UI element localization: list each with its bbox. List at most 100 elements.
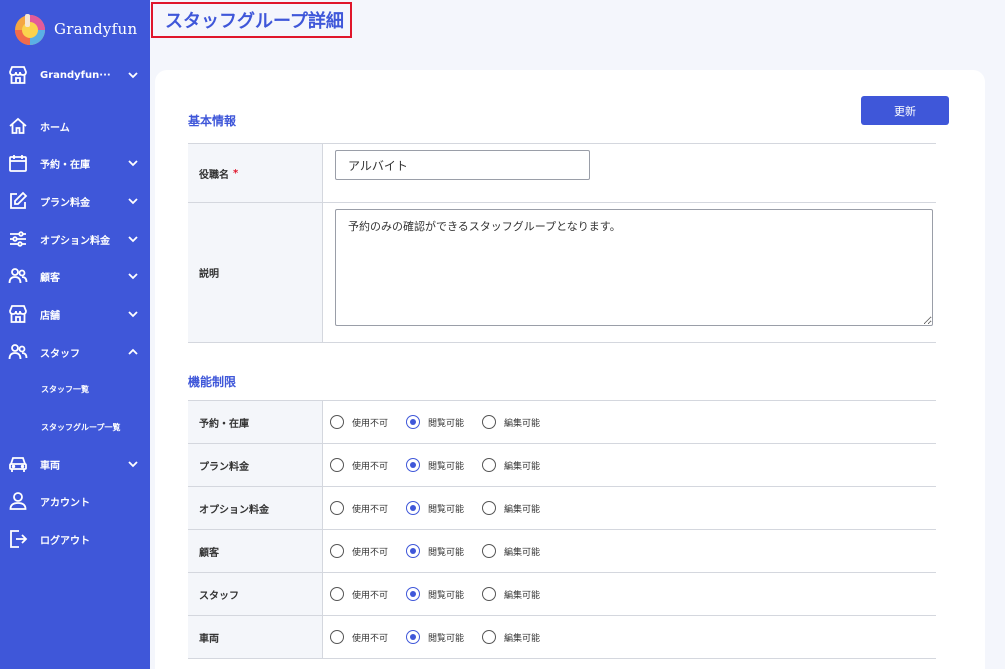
logo[interactable]: Grandyfun	[13, 12, 137, 46]
permission-radio[interactable]: 編集可能	[482, 587, 540, 601]
radio-circle[interactable]	[482, 544, 497, 558]
permission-row-customers: 顧客 使用不可 閲覧可能 編集可能	[188, 530, 936, 573]
users-icon	[8, 268, 28, 284]
radio-label: 閲覧可能	[428, 590, 465, 601]
update-button[interactable]: 更新	[861, 96, 949, 125]
permission-radio-group: 使用不可 閲覧可能 編集可能	[330, 573, 558, 615]
sidebar-item-vehicles[interactable]: 車両	[0, 452, 150, 476]
permission-radio[interactable]: 使用不可	[330, 630, 388, 644]
permission-radio[interactable]: 閲覧可能	[406, 458, 464, 472]
logo-icon	[15, 14, 45, 45]
permission-radio[interactable]: 閲覧可能	[406, 587, 464, 601]
sidebar-subitem-staff-group-list[interactable]: スタッフグループ一覧	[41, 422, 121, 433]
permission-radio[interactable]: 閲覧可能	[406, 544, 464, 558]
sidebar-item-reservation[interactable]: 予約・在庫	[0, 151, 150, 175]
radio-circle[interactable]	[406, 501, 421, 515]
permission-radio[interactable]: 編集可能	[482, 415, 540, 429]
sidebar-item-plan-price[interactable]: プラン料金	[0, 189, 150, 213]
description-label-cell: 説明	[188, 203, 323, 342]
radio-circle[interactable]	[330, 501, 344, 515]
permission-radio[interactable]: 使用不可	[330, 501, 388, 515]
description-cell: 予約のみの確認ができるスタッフグループとなります。	[323, 203, 936, 342]
description-textarea[interactable]: 予約のみの確認ができるスタッフグループとなります。	[335, 209, 933, 326]
chevron-down-icon	[128, 236, 138, 243]
radio-label: 使用不可	[352, 590, 389, 601]
radio-label: 編集可能	[504, 590, 541, 601]
radio-circle[interactable]	[482, 458, 497, 472]
radio-label: 閲覧可能	[428, 418, 465, 429]
sidebar-item-label: 顧客	[40, 272, 60, 284]
sidebar-subitem-staff-list[interactable]: スタッフ一覧	[41, 384, 89, 395]
radio-circle[interactable]	[330, 544, 344, 558]
radio-circle[interactable]	[482, 587, 497, 601]
sidebar-item-staff[interactable]: スタッフ	[0, 340, 150, 364]
permission-radio[interactable]: 閲覧可能	[406, 415, 464, 429]
description-label: 説明	[199, 269, 219, 280]
permission-radio[interactable]: 使用不可	[330, 415, 388, 429]
radio-label: 閲覧可能	[428, 461, 465, 472]
permission-label: 車両	[188, 616, 323, 658]
sidebar-item-home[interactable]: ホーム	[0, 114, 150, 138]
radio-label: 使用不可	[352, 461, 389, 472]
radio-circle[interactable]	[330, 415, 344, 429]
permission-options: 使用不可 閲覧可能 編集可能	[323, 401, 936, 443]
sidebar-item-label: 店舗	[40, 310, 60, 322]
radio-circle[interactable]	[482, 630, 497, 644]
home-icon	[9, 117, 27, 134]
permission-radio-group: 使用不可 閲覧可能 編集可能	[330, 616, 558, 658]
permission-radio[interactable]: 閲覧可能	[406, 630, 464, 644]
role-name-input[interactable]	[335, 150, 590, 180]
store-selector[interactable]: Grandyfun···	[0, 63, 150, 87]
sidebar-item-option-price[interactable]: オプション料金	[0, 227, 150, 251]
chevron-down-icon	[128, 461, 138, 468]
radio-circle[interactable]	[482, 501, 497, 515]
sidebar-item-logout[interactable]: ログアウト	[0, 527, 150, 551]
radio-circle[interactable]	[406, 458, 421, 472]
permission-radio-group: 使用不可 閲覧可能 編集可能	[330, 487, 558, 529]
radio-label: 編集可能	[504, 504, 541, 515]
staff-icon	[8, 344, 28, 360]
radio-circle[interactable]	[330, 458, 344, 472]
calendar-icon	[9, 155, 27, 172]
permission-radio[interactable]: 閲覧可能	[406, 501, 464, 515]
chevron-up-icon	[128, 348, 138, 355]
sidebar: Grandyfun Grandyfun··· ホーム 予約・在庫 プラン料金 オ…	[0, 0, 150, 669]
permissions-table: 予約・在庫 使用不可 閲覧可能 編集可能 プラン料金 使用不可 閲覧可能 編集可能 オプション料…	[188, 400, 936, 659]
permission-radio[interactable]: 編集可能	[482, 630, 540, 644]
edit-icon	[10, 191, 28, 209]
permission-radio[interactable]: 使用不可	[330, 587, 388, 601]
radio-circle[interactable]	[406, 587, 421, 601]
permission-radio[interactable]: 使用不可	[330, 544, 388, 558]
permission-options: 使用不可 閲覧可能 編集可能	[323, 530, 936, 572]
chevron-down-icon	[128, 198, 138, 205]
permission-label: プラン料金	[188, 444, 323, 486]
permission-options: 使用不可 閲覧可能 編集可能	[323, 487, 936, 529]
radio-circle[interactable]	[406, 415, 421, 429]
chevron-down-icon	[128, 273, 138, 280]
radio-label: 編集可能	[504, 461, 541, 472]
radio-circle[interactable]	[406, 544, 421, 558]
radio-circle[interactable]	[406, 630, 421, 644]
sidebar-item-account[interactable]: アカウント	[0, 489, 150, 513]
sidebar-item-label: 車両	[40, 460, 60, 472]
sidebar-item-stores[interactable]: 店舗	[0, 302, 150, 326]
permission-label: 顧客	[188, 530, 323, 572]
sidebar-item-label: オプション料金	[40, 235, 110, 247]
account-icon	[9, 492, 27, 510]
chevron-down-icon	[128, 72, 138, 79]
sidebar-item-label: アカウント	[40, 497, 90, 509]
radio-circle[interactable]	[330, 587, 344, 601]
permission-radio[interactable]: 編集可能	[482, 458, 540, 472]
store-selector-label: Grandyfun···	[40, 69, 111, 81]
radio-circle[interactable]	[482, 415, 497, 429]
permission-label: スタッフ	[188, 573, 323, 615]
main-card: 基本情報 更新 役職名 * 説明 予約のみの確認ができるスタッフグループとなりま…	[155, 70, 985, 669]
sidebar-item-customers[interactable]: 顧客	[0, 264, 150, 288]
sidebar-item-label: プラン料金	[40, 197, 90, 209]
permission-radio[interactable]: 編集可能	[482, 501, 540, 515]
permission-radio[interactable]: 編集可能	[482, 544, 540, 558]
permission-row-plan-price: プラン料金 使用不可 閲覧可能 編集可能	[188, 444, 936, 487]
permission-radio[interactable]: 使用不可	[330, 458, 388, 472]
store-icon	[9, 66, 27, 84]
radio-circle[interactable]	[330, 630, 344, 644]
